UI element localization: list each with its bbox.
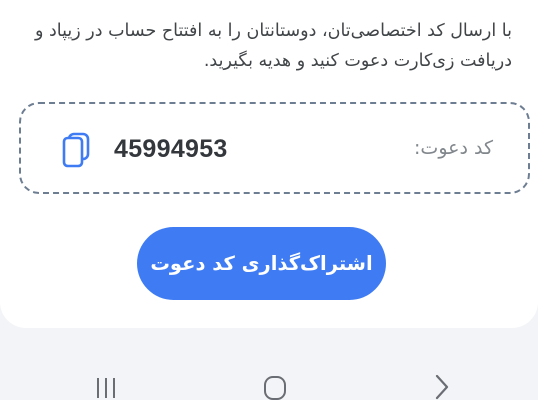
invite-description: با ارسال کد اختصاصی‌تان، دوستانتان را به… [34,21,512,71]
invite-code-label: کد دعوت: [414,137,493,159]
screen: با ارسال کد اختصاصی‌تان، دوستانتان را به… [0,0,538,400]
back-icon[interactable] [432,374,452,400]
copy-icon[interactable] [59,131,93,169]
system-navigation-bar [0,350,538,400]
invite-code-box: کد دعوت: 45994953 [19,102,530,194]
home-icon[interactable] [263,375,287,400]
recent-apps-icon[interactable] [94,376,118,400]
share-invite-code-button[interactable]: اشتراک‌گذاری کد دعوت [137,227,386,300]
invite-code-value: 45994953 [114,135,228,163]
invite-card: با ارسال کد اختصاصی‌تان، دوستانتان را به… [0,0,538,328]
